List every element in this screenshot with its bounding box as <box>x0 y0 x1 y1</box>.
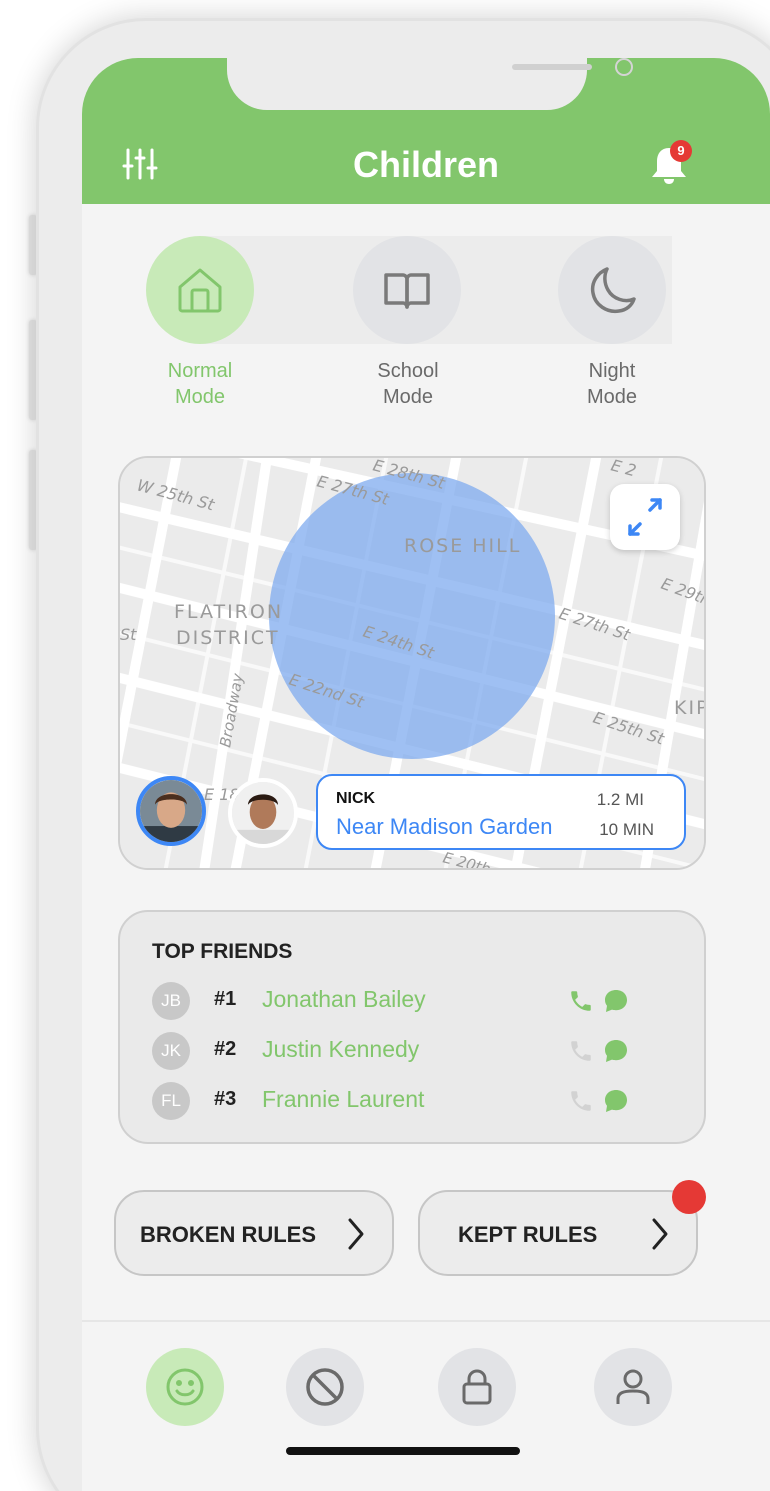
chat-icon[interactable] <box>602 1037 630 1065</box>
child-distance: 1.2 MI <box>596 790 644 809</box>
child-name: NICK <box>336 790 376 807</box>
smiley-icon <box>166 1368 204 1406</box>
chat-icon[interactable] <box>602 987 630 1015</box>
child-location: Near Madison Garden <box>336 814 553 839</box>
tab-children[interactable] <box>146 1348 224 1426</box>
top-friends-card: TOP FRIENDS JB #1 Jonathan Bailey JK #2 … <box>118 910 706 1144</box>
friend-name: Jonathan Bailey <box>262 986 426 1012</box>
profile-icon <box>616 1369 650 1404</box>
map-label: KIP <box>674 697 706 719</box>
broken-rules-label: BROKEN RULES <box>140 1222 317 1247</box>
friend-rank: #1 <box>214 988 237 1010</box>
friend-initials: FL <box>152 1082 190 1120</box>
expand-map-button[interactable] <box>610 484 680 550</box>
block-icon <box>306 1368 344 1406</box>
expand-icon <box>628 498 662 536</box>
phone-icon[interactable] <box>568 988 594 1014</box>
tab-divider <box>82 1320 770 1322</box>
avatar-image <box>140 780 202 842</box>
lock-icon <box>462 1369 492 1405</box>
app-screen: Children 9 Normal Mode School Mode Night… <box>82 58 770 1491</box>
home-indicator <box>286 1447 520 1455</box>
school-mode-button[interactable] <box>353 236 461 344</box>
book-icon <box>384 273 430 309</box>
top-friends-title: TOP FRIENDS <box>152 940 293 963</box>
map-label: DISTRICT <box>176 627 280 649</box>
tab-lock[interactable] <box>438 1348 516 1426</box>
notch <box>227 58 633 110</box>
notification-badge: 9 <box>670 140 692 162</box>
moon-icon <box>590 267 636 314</box>
location-map[interactable]: W 25th St E 27th St E 28th St E 2 ROSE H… <box>118 456 706 870</box>
camera <box>615 58 633 76</box>
friend-row[interactable]: JB #1 Jonathan Bailey <box>152 982 692 1022</box>
friend-name: Frannie Laurent <box>262 1086 425 1112</box>
night-mode-label: Night Mode <box>586 360 638 408</box>
friend-row[interactable]: JK #2 Justin Kennedy <box>152 1032 692 1072</box>
child-eta: 10 MIN <box>599 820 654 839</box>
normal-mode-button[interactable] <box>146 236 254 344</box>
tab-profile[interactable] <box>594 1348 672 1426</box>
friend-initials: JK <box>152 1032 190 1070</box>
map-label: FLATIRON <box>174 601 283 623</box>
friend-rank: #3 <box>214 1088 237 1110</box>
school-mode-label: School Mode <box>377 360 439 408</box>
kept-rules-alert-dot <box>672 1180 706 1214</box>
speaker <box>512 64 592 70</box>
tab-restrictions[interactable] <box>286 1348 364 1426</box>
kept-rules-button[interactable]: KEPT RULES <box>418 1190 698 1276</box>
friend-rank: #2 <box>214 1038 237 1060</box>
home-icon <box>178 268 222 313</box>
friend-initials: JB <box>152 982 190 1020</box>
chevron-right-icon <box>348 1218 364 1250</box>
avatar-image <box>232 782 294 844</box>
chat-icon[interactable] <box>602 1087 630 1115</box>
friend-name: Justin Kennedy <box>262 1036 420 1062</box>
child-avatar-2[interactable] <box>228 778 298 848</box>
map-label: St <box>120 625 137 644</box>
broken-rules-button[interactable]: BROKEN RULES <box>114 1190 394 1276</box>
child-location-card[interactable]: NICK Near Madison Garden 1.2 MI 10 MIN <box>316 774 686 850</box>
child-avatar-nick[interactable] <box>136 776 206 846</box>
night-mode-button[interactable] <box>558 236 666 344</box>
phone-icon[interactable] <box>568 1038 594 1064</box>
kept-rules-label: KEPT RULES <box>458 1222 598 1247</box>
location-radius <box>269 473 555 759</box>
friend-row[interactable]: FL #3 Frannie Laurent <box>152 1082 692 1122</box>
normal-mode-label: Normal Mode <box>167 360 233 408</box>
chevron-right-icon <box>652 1218 668 1250</box>
phone-icon[interactable] <box>568 1088 594 1114</box>
map-label: ROSE HILL <box>404 535 521 557</box>
